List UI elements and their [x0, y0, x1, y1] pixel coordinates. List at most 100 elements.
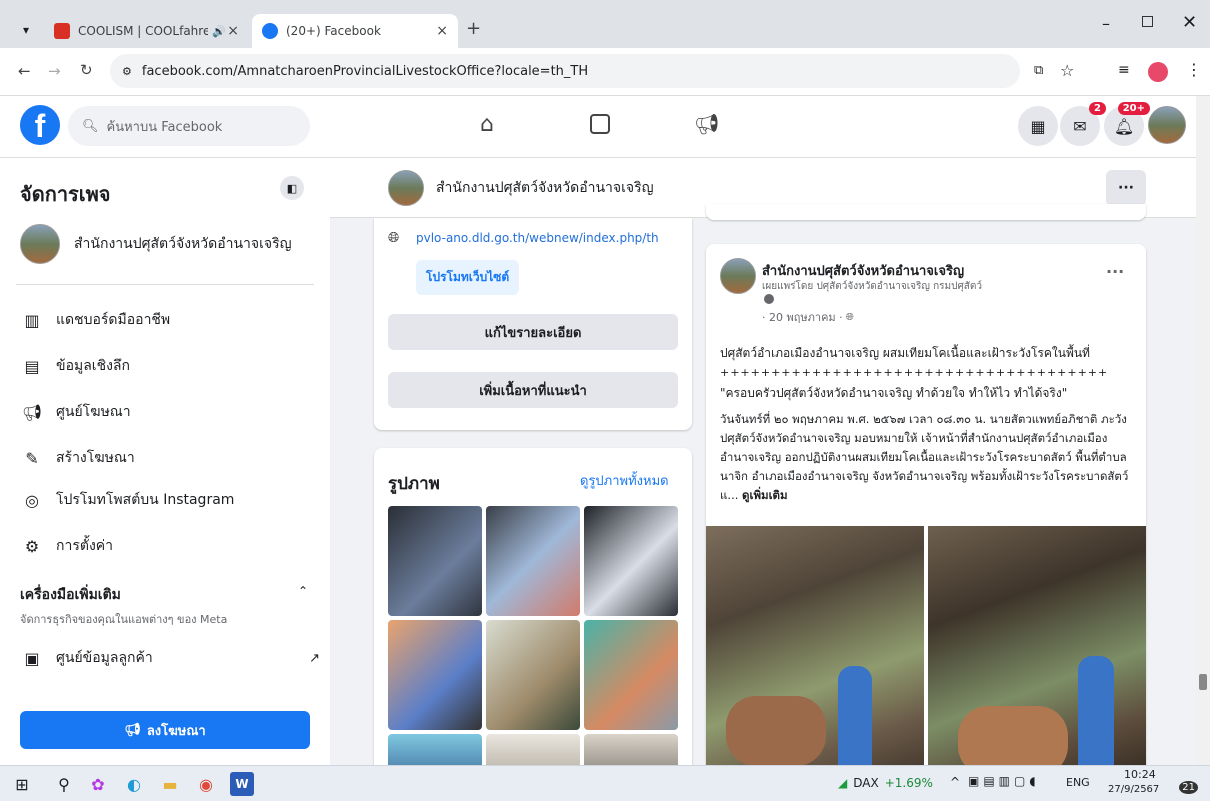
photo-thumbnail[interactable]	[388, 506, 482, 616]
add-featured-button[interactable]: เพิ่มเนื้อหาที่แนะนำ	[388, 372, 678, 408]
edge-icon[interactable]: ◐	[122, 772, 146, 796]
photo-thumbnail[interactable]	[486, 734, 580, 765]
tab-search-button[interactable]: ▾	[14, 18, 38, 42]
menu-grid-button[interactable]: ▦	[1018, 106, 1058, 146]
post-author-name[interactable]: สำนักงานปศุสัตว์จังหวัดอำนาจเจริญ	[762, 260, 964, 281]
minimize-icon[interactable]: –	[1102, 14, 1110, 33]
see-more-link[interactable]: ดูเพิ่มเติม	[742, 488, 788, 502]
sidebar-item-insights[interactable]: ▤ ข้อมูลเชิงลึก	[20, 344, 320, 388]
scroll-thumb[interactable]	[1199, 674, 1207, 690]
dashboard-nav-icon[interactable]	[590, 114, 610, 134]
home-icon[interactable]: ⌂	[480, 112, 494, 137]
ad-button[interactable]: 📢︎ ลงโฆษณา	[20, 711, 310, 749]
restore-icon[interactable]	[1142, 16, 1153, 27]
facebook-logo-icon[interactable]: f	[20, 105, 60, 145]
taskbar-search-icon[interactable]: ⚲	[52, 772, 76, 796]
tab-title: (20+) Facebook	[286, 24, 381, 38]
sidebar-item-label: การตั้งค่า	[56, 538, 114, 554]
photo-thumbnail[interactable]	[486, 506, 580, 616]
copilot-icon[interactable]: ✿	[86, 772, 110, 796]
tab-coolism[interactable]: COOLISM | COOLfahrenhe 🔊 ×	[44, 14, 249, 48]
stock-widget[interactable]: ◢ DAX +1.69%	[838, 776, 933, 790]
chevron-up-icon[interactable]: ⌃	[298, 584, 308, 598]
page-main-area: สำนักงานปศุสัตว์จังหวัดอำนาจเจริญ ··· 🌐︎…	[330, 158, 1196, 765]
close-window-icon[interactable]: ✕	[1182, 12, 1197, 33]
post-photo[interactable]	[706, 526, 924, 765]
post-options-button[interactable]: ···	[1106, 262, 1124, 281]
see-all-photos-link[interactable]: ดูรูปภาพทั้งหมด	[580, 470, 669, 491]
install-app-icon[interactable]: ⧉	[1034, 63, 1043, 78]
account-avatar[interactable]	[1148, 106, 1186, 144]
website-link[interactable]: pvlo-ano.dld.go.th/webnew/index.php/th	[416, 231, 659, 245]
sidebar-item-create-ad[interactable]: ✎ สร้างโฆษณา	[20, 436, 320, 480]
post-date[interactable]: · 20 พฤษภาคม · 🌐︎	[762, 308, 854, 326]
notification-count: 21	[1179, 781, 1198, 794]
photo-thumbnail[interactable]	[388, 734, 482, 765]
more-options-button[interactable]: ···	[1106, 170, 1146, 206]
back-icon[interactable]: ←	[18, 62, 31, 80]
facebook-favicon	[262, 23, 278, 39]
megaphone-nav-icon[interactable]: 📢︎	[694, 112, 719, 136]
photo-thumbnail[interactable]	[584, 734, 678, 765]
facebook-header: f 🔍︎ ค้นหาบน Facebook ⌂ 📢︎ ▦ ✉ 2 🔔︎ 20+	[0, 96, 1196, 158]
input-language[interactable]: ENG	[1066, 776, 1090, 789]
post-date-text: · 20 พฤษภาคม ·	[762, 311, 843, 324]
edit-details-button[interactable]: แก้ไขรายละเอียด	[388, 314, 678, 350]
page-title: สำนักงานปศุสัตว์จังหวัดอำนาจเจริญ	[436, 179, 654, 196]
sidebar-item-instagram[interactable]: ◎ โปรโมทโพสต์บน Instagram	[20, 478, 320, 522]
reload-icon[interactable]: ↻	[80, 61, 93, 79]
tray-icons[interactable]: ▣▤▥▢◖	[968, 774, 1040, 788]
notification-center-icon[interactable]: 21	[1174, 774, 1198, 794]
browser-menu-icon[interactable]: ⋮	[1186, 60, 1202, 79]
collapse-sidebar-icon[interactable]: ◧	[280, 176, 304, 200]
page-scrollbar[interactable]	[1196, 96, 1210, 765]
help-icon[interactable]	[764, 294, 774, 304]
photo-thumbnail[interactable]	[584, 620, 678, 730]
sidebar-page-switcher[interactable]: สำนักงานปศุสัตว์จังหวัดอำนาจเจริญ	[20, 222, 292, 266]
audio-icon: 🔊	[212, 24, 226, 38]
sidebar-item-dashboard[interactable]: ▥ แดชบอร์ดมืออาชีพ	[20, 298, 320, 342]
intro-card: 🌐︎ pvlo-ano.dld.go.th/webnew/index.php/t…	[374, 218, 692, 430]
sidebar-item-ad-center[interactable]: 📢︎ ศูนย์โฆษณา	[20, 390, 320, 434]
post-author-avatar[interactable]	[720, 258, 756, 294]
photo-thumbnail[interactable]	[584, 506, 678, 616]
messenger-icon: ✉	[1073, 116, 1087, 136]
sidebar-item-customer-center[interactable]: ▣ ศูนย์ข้อมูลลูกค้า ↗	[20, 636, 320, 680]
cow-figure	[958, 706, 1068, 765]
forward-icon[interactable]: →	[48, 62, 61, 80]
facebook-search-input[interactable]: 🔍︎ ค้นหาบน Facebook	[68, 106, 310, 146]
page-avatar	[388, 170, 424, 206]
gear-icon: ⚙	[24, 536, 40, 556]
tab-facebook[interactable]: (20+) Facebook ×	[252, 14, 458, 48]
address-bar-row: ← → ↻ ⚙ facebook.com/AmnatcharoenProvinc…	[0, 48, 1210, 96]
tray-chevron-icon[interactable]: ^	[950, 775, 960, 789]
promote-website-button[interactable]: โปรโมทเว็บไซต์	[416, 260, 520, 295]
start-windows-icon[interactable]: ⊞	[10, 772, 34, 796]
file-explorer-icon[interactable]: ▬	[158, 772, 182, 796]
divider	[16, 284, 314, 285]
photo-thumbnail[interactable]	[486, 620, 580, 730]
bookmark-star-icon[interactable]: ☆	[1060, 61, 1074, 80]
photo-thumbnail[interactable]	[388, 620, 482, 730]
close-tab-icon[interactable]: ×	[436, 23, 448, 39]
globe-icon: 🌐︎	[845, 311, 854, 323]
clock-time[interactable]: 10:24	[1124, 768, 1156, 781]
url-text: facebook.com/AmnatcharoenProvincialLives…	[141, 63, 589, 79]
clock-date[interactable]: 27/9/2567	[1108, 784, 1159, 795]
messenger-button[interactable]: ✉ 2	[1060, 102, 1106, 146]
notifications-button[interactable]: 🔔︎ 20+	[1104, 102, 1150, 146]
person-figure	[838, 666, 872, 765]
url-field[interactable]: ⚙ facebook.com/AmnatcharoenProvincialLiv…	[110, 54, 1020, 88]
post-photo[interactable]	[928, 526, 1146, 765]
site-info-icon[interactable]: ⚙	[122, 65, 132, 78]
profile-avatar[interactable]	[1148, 62, 1168, 82]
chrome-icon[interactable]: ◉	[194, 772, 218, 796]
page-avatar	[20, 224, 60, 264]
manage-page-sidebar: จัดการเพจ ◧ สำนักงานปศุสัตว์จังหวัดอำนาจ…	[0, 158, 330, 765]
word-icon[interactable]: W	[230, 772, 254, 796]
close-tab-icon[interactable]: ×	[227, 23, 239, 39]
new-tab-button[interactable]: +	[466, 18, 481, 39]
sidebar-item-settings[interactable]: ⚙ การตั้งค่า	[20, 524, 320, 568]
reading-list-icon[interactable]: ≡	[1118, 62, 1130, 78]
coolism-favicon	[54, 23, 70, 39]
